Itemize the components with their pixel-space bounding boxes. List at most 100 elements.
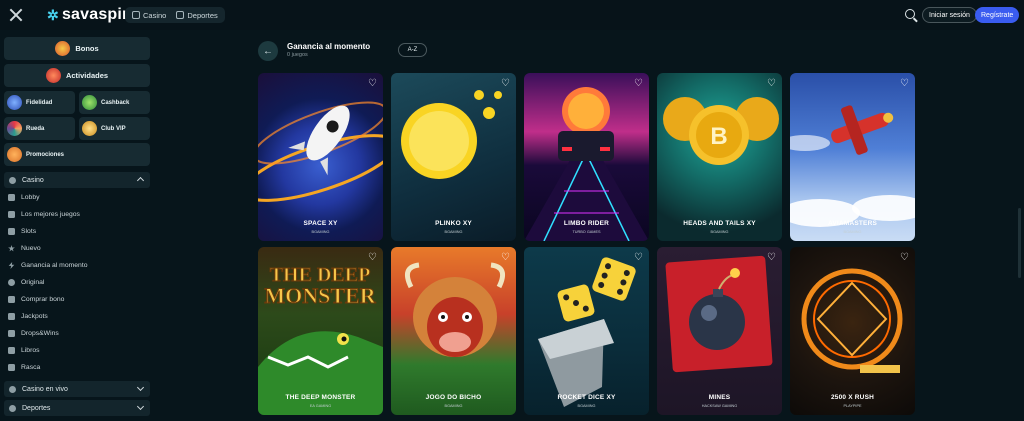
game-thumbnail: B (657, 73, 782, 241)
game-thumbnail (790, 247, 915, 415)
game-thumbnail (657, 247, 782, 415)
game-provider: TURBO GAMES (572, 230, 601, 234)
game-title: AVIAMASTERS (827, 220, 878, 227)
top-nav: Casino Deportes (125, 7, 225, 23)
lobby-icon (8, 194, 15, 201)
game-thumbnail: THE DEEP MONSTER (258, 247, 383, 415)
page-scrollbar[interactable] (1018, 208, 1021, 278)
wheel-icon (7, 121, 22, 136)
search-icon[interactable] (905, 9, 915, 19)
game-thumbnail (391, 73, 516, 241)
trophy-icon (8, 211, 15, 218)
sidebar-item-original[interactable]: Original (8, 275, 148, 290)
chevron-down-icon (136, 402, 145, 411)
sidebar-actividades[interactable]: Actividades (4, 64, 150, 87)
sidebar-item-best-games[interactable]: Los mejores juegos (8, 207, 148, 222)
game-provider: BGAMING (444, 230, 463, 234)
register-button[interactable]: Regístrate (975, 7, 1020, 23)
book-icon (8, 347, 15, 354)
game-title: HEADS AND TAILS XY (683, 220, 756, 227)
bonus-gift-icon (55, 41, 71, 56)
sidebar-item-lobby[interactable]: Lobby (8, 190, 148, 205)
login-button[interactable]: Iniciar sesión (922, 7, 977, 23)
game-title: LIMBO RIDER (563, 220, 610, 227)
sidebar-item-new[interactable]: Nuevo (8, 241, 148, 256)
close-icon[interactable] (9, 8, 23, 22)
jackpot-icon (8, 313, 15, 320)
favorite-heart-icon[interactable]: ♡ (767, 252, 776, 263)
sidebar-club-vip[interactable]: Club VIP (79, 117, 150, 140)
game-title: THE DEEP MONSTER (285, 394, 356, 401)
game-title: SPACE XY (303, 220, 338, 227)
game-card[interactable]: ♡ JOGO DO BICHO BGAMING (391, 247, 516, 415)
game-provider: BGAMING (710, 230, 729, 234)
game-provider: EA GAMING (309, 404, 332, 408)
sidebar-item-instant-win[interactable]: Ganancia al momento (8, 258, 148, 273)
game-thumbnail (524, 73, 649, 241)
game-title: MINES (708, 394, 731, 401)
sidebar-section-live-casino[interactable]: Casino en vivo (4, 381, 150, 397)
game-card[interactable]: ♡ MINES HACKSAW GAMING (657, 247, 782, 415)
sidebar-rueda[interactable]: Rueda (4, 117, 75, 140)
game-card[interactable]: THE DEEP MONSTER ♡ THE DEEP MONSTER EA G… (258, 247, 383, 415)
loyalty-shield-icon (7, 95, 22, 110)
sidebar-cashback[interactable]: Cashback (79, 91, 150, 114)
sidebar-item-scratch[interactable]: Rasca (8, 360, 148, 375)
game-provider: HACKSAW GAMING (701, 404, 738, 408)
game-thumbnail (391, 247, 516, 415)
game-card[interactable]: B ♡ HEADS AND TAILS XY BGAMING (657, 73, 782, 241)
game-title: JOGO DO BICHO (425, 394, 482, 401)
favorite-heart-icon[interactable]: ♡ (501, 78, 510, 89)
sidebar-promociones[interactable]: Promociones (4, 143, 150, 166)
activities-icon (45, 68, 61, 83)
favorite-heart-icon[interactable]: ♡ (634, 252, 643, 263)
game-card[interactable]: ♡ AVIAMASTERS BGAMING (790, 73, 915, 241)
game-provider: BGAMING (577, 404, 596, 408)
sidebar-item-jackpots[interactable]: Jackpots (8, 309, 148, 324)
sidebar-item-buy-bonus[interactable]: Comprar bono (8, 292, 148, 307)
favorite-heart-icon[interactable]: ♡ (368, 78, 377, 89)
favorite-heart-icon[interactable]: ♡ (368, 252, 377, 263)
sidebar-bonos[interactable]: Bonos (4, 37, 150, 60)
game-thumbnail (258, 73, 383, 241)
sidebar-section-casino[interactable]: Casino (4, 172, 150, 188)
games-count: 0 juegos (287, 52, 308, 58)
page-title: Ganancia al momento (287, 42, 371, 51)
game-card[interactable]: ♡ ROCKET DICE XY BGAMING (524, 247, 649, 415)
game-title: PLINKO XY (435, 220, 472, 227)
game-title: 2500 X RUSH (830, 394, 875, 401)
game-card[interactable]: ♡ PLINKO XY BGAMING (391, 73, 516, 241)
tab-deportes[interactable]: Deportes (171, 7, 222, 23)
sidebar-section-sports[interactable]: Deportes (4, 400, 150, 416)
game-provider: BGAMING (311, 230, 330, 234)
game-card[interactable]: ♡ LIMBO RIDER TURBO GAMES (524, 73, 649, 241)
sports-icon (176, 11, 185, 19)
sidebar: Bonos Actividades Fidelidad Cashback Rue… (0, 33, 152, 421)
sidebar-item-drops-wins[interactable]: Drops&Wins (8, 326, 148, 341)
original-icon (8, 279, 15, 286)
arrow-left-icon: ← (263, 45, 273, 57)
casino-icon (132, 11, 140, 19)
deep-monster-art-line2: MONSTER (264, 283, 376, 308)
game-card[interactable]: ♡ SPACE XY BGAMING (258, 73, 383, 241)
game-provider: BGAMING (843, 230, 862, 234)
logo-star-icon: ✲ (47, 6, 59, 23)
favorite-heart-icon[interactable]: ♡ (501, 252, 510, 263)
sidebar-item-slots[interactable]: Slots (8, 224, 148, 239)
sidebar-item-books[interactable]: Libros (8, 343, 148, 358)
tab-casino[interactable]: Casino (127, 7, 171, 23)
sports-ball-icon (9, 404, 16, 412)
back-button[interactable]: ← (258, 41, 278, 61)
game-thumbnail (524, 247, 649, 415)
game-card[interactable]: ♡ 2500 X RUSH PLAYPIPE (790, 247, 915, 415)
crown-icon (82, 121, 97, 136)
casino-chip-icon (9, 176, 16, 184)
favorite-heart-icon[interactable]: ♡ (634, 78, 643, 89)
brand-logo[interactable]: ✲ savaspin (47, 6, 132, 24)
sort-az-button[interactable]: A-Z (398, 43, 427, 57)
favorite-heart-icon[interactable]: ♡ (767, 78, 776, 89)
sidebar-fidelidad[interactable]: Fidelidad (4, 91, 75, 114)
chevron-down-icon (136, 383, 145, 392)
favorite-heart-icon[interactable]: ♡ (900, 78, 909, 89)
favorite-heart-icon[interactable]: ♡ (900, 252, 909, 263)
